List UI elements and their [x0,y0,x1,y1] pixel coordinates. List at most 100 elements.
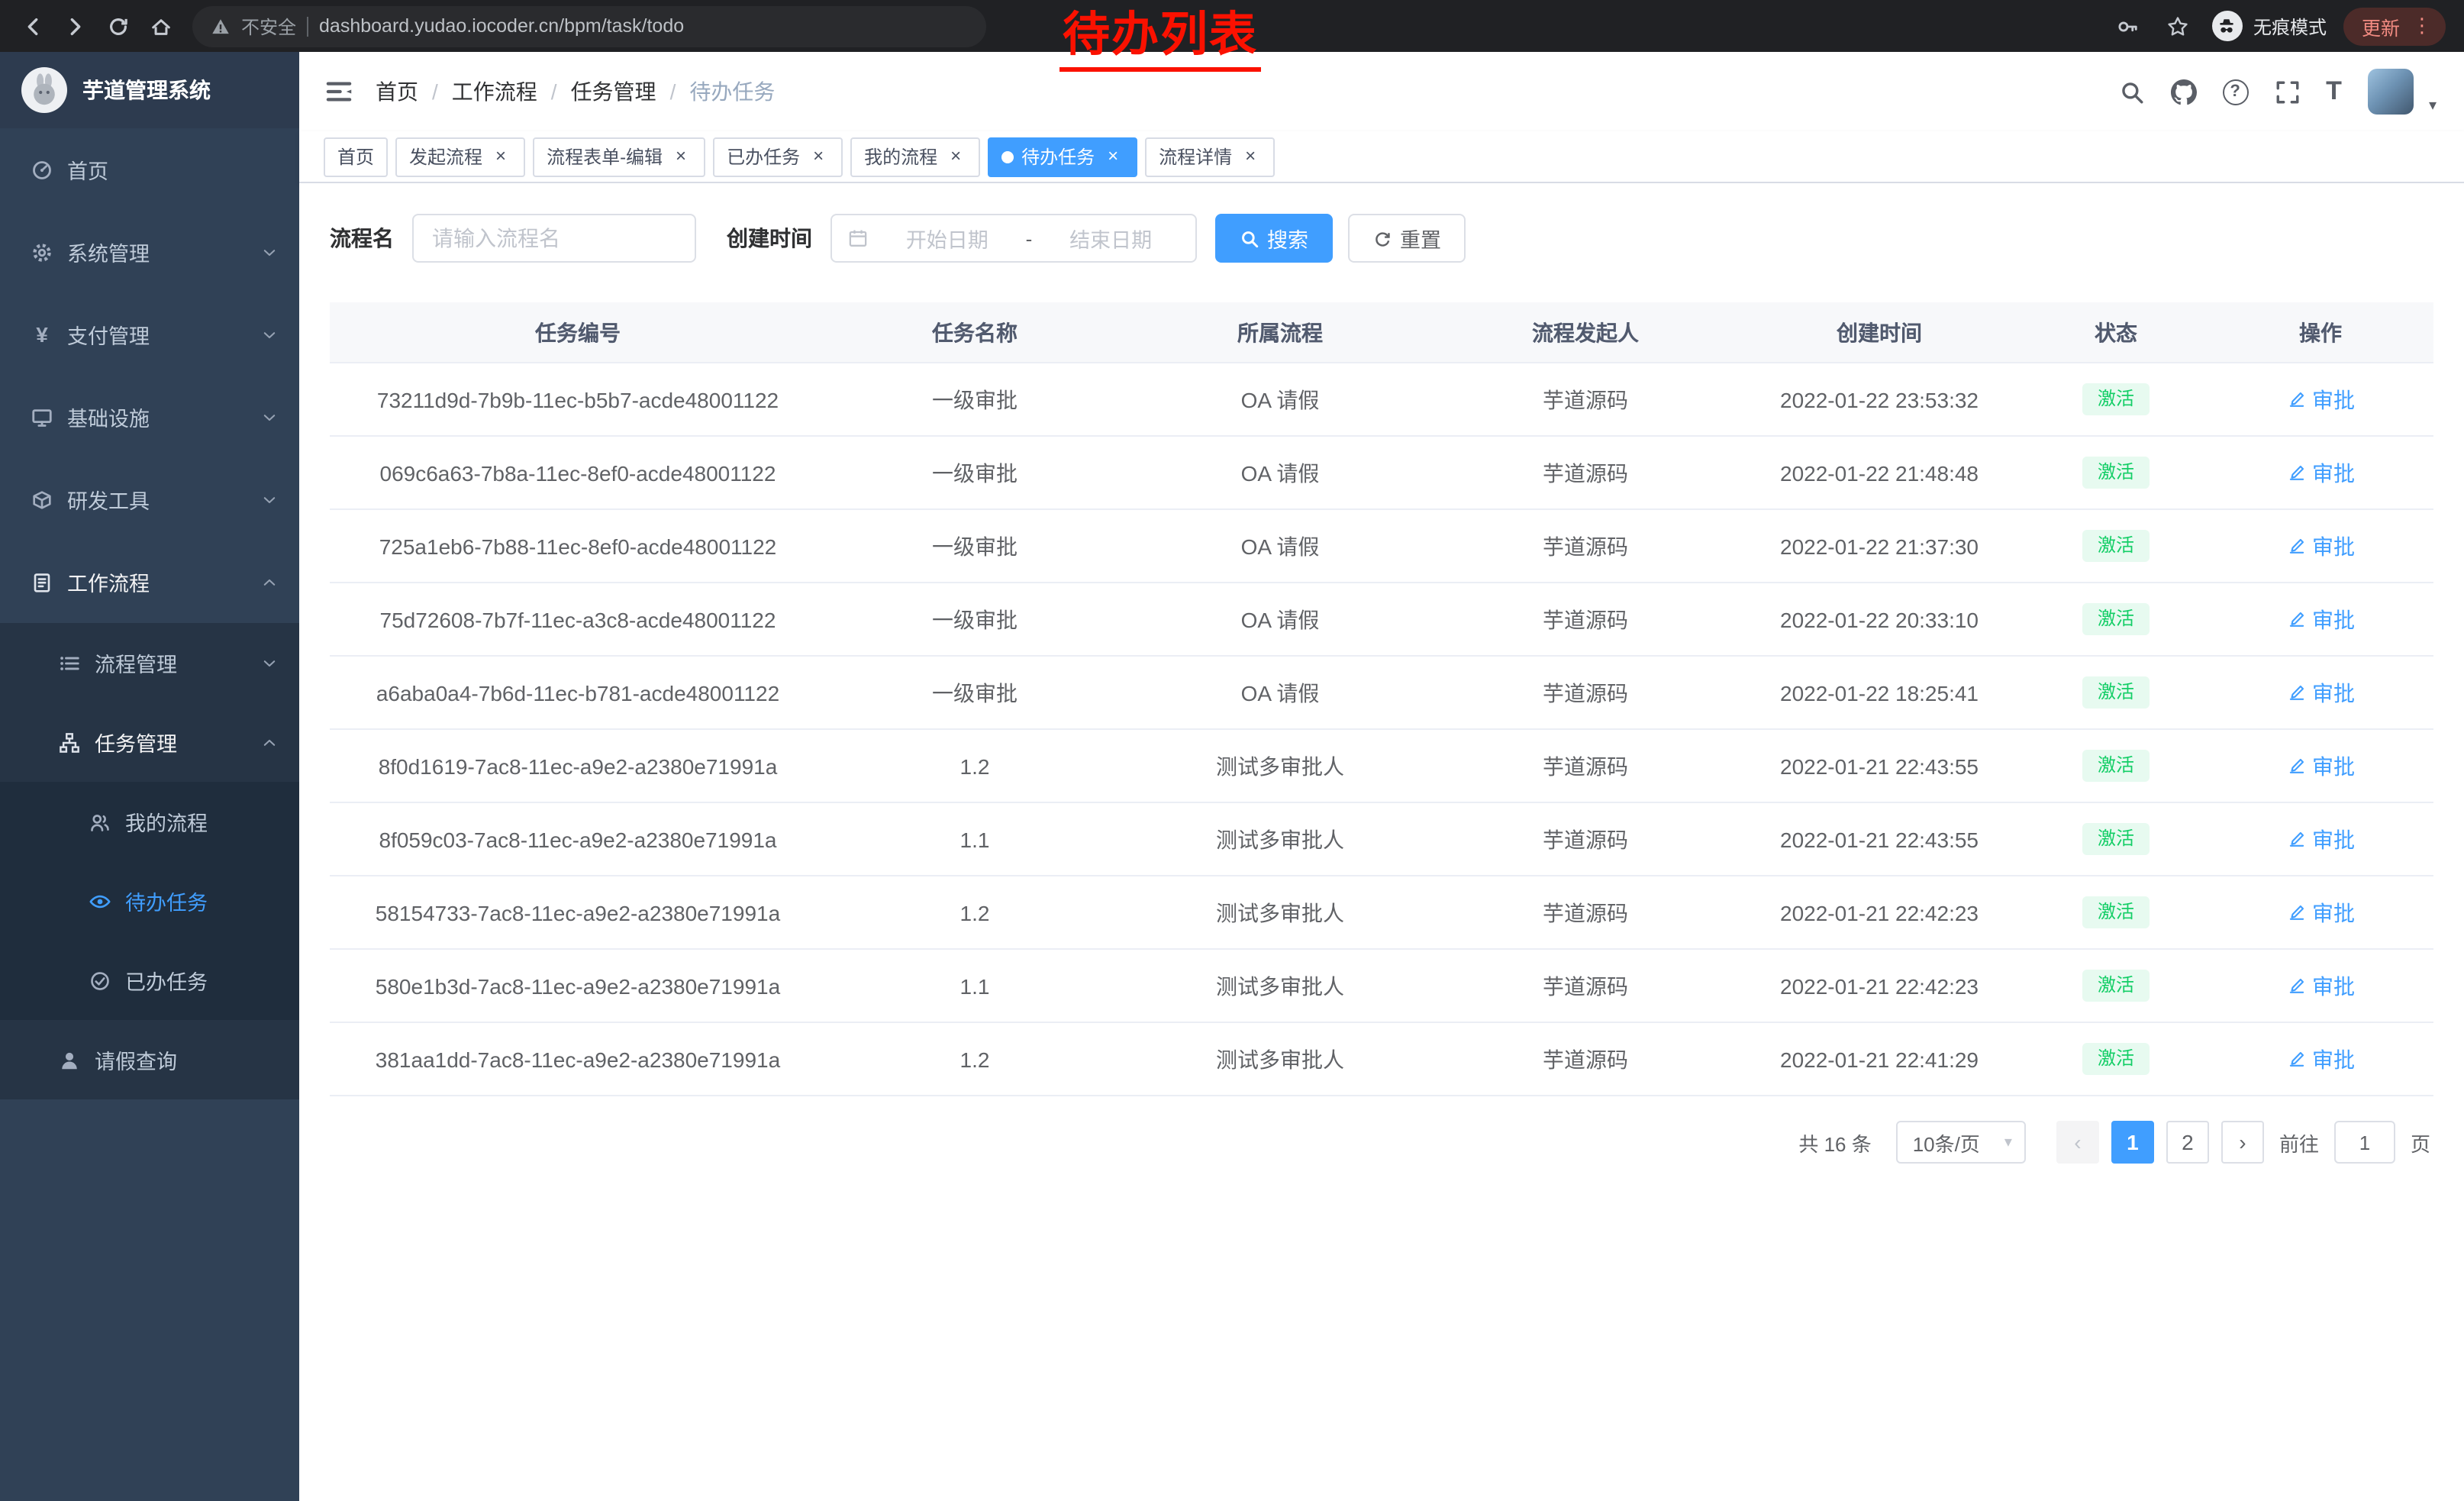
sidebar-item-label: 研发工具 [67,484,150,515]
help-icon[interactable]: ? [2222,79,2248,105]
column-header-actions: 操作 [2208,302,2433,362]
sidebar-item-leave-query[interactable]: 请假查询 [0,1020,299,1099]
edit-icon [2286,536,2306,556]
page-2-button[interactable]: 2 [2166,1121,2209,1164]
reset-button-label: 重置 [1400,223,1441,253]
browser-back-button[interactable] [12,6,52,46]
chevron-down-icon[interactable]: ▾ [2429,97,2437,114]
page-content: 流程名 创建时间 开始日期 - 结束日期 搜索 重 [299,183,2464,1501]
cell-task-name: 一级审批 [826,437,1124,508]
end-date-field[interactable]: 结束日期 [1041,223,1180,253]
url-text: dashboard.yudao.iocoder.cn/bpm/task/todo [319,15,684,37]
approve-link[interactable]: 审批 [2286,897,2355,928]
approve-label: 审批 [2312,677,2355,708]
password-key-icon[interactable] [2111,9,2145,43]
sidebar-item-label: 流程管理 [95,647,177,678]
avatar[interactable] [2368,69,2414,115]
approve-link[interactable]: 审批 [2286,824,2355,854]
reset-button[interactable]: 重置 [1348,214,1466,263]
github-icon[interactable] [2170,79,2196,105]
sidebar-item-payment-management[interactable]: ¥ 支付管理 [0,293,299,376]
font-size-icon[interactable]: T [2326,76,2342,107]
close-icon[interactable]: × [670,146,692,167]
sidebar-item-workflow[interactable]: 工作流程 [0,541,299,623]
tab-label: 流程表单-编辑 [547,144,663,169]
search-icon[interactable] [2118,79,2144,105]
status-badge: 激活 [2082,822,2150,855]
approve-link[interactable]: 审批 [2286,677,2355,708]
todo-task-table: 任务编号 任务名称 所属流程 流程发起人 创建时间 状态 操作 73211d9d… [330,302,2433,1096]
chevron-up-icon [261,573,278,590]
cell-actions: 审批 [2208,657,2433,728]
sidebar-item-my-process[interactable]: 我的流程 [0,782,299,861]
sidebar-item-home[interactable]: 首页 [0,128,299,211]
refresh-icon [1372,228,1392,248]
fullscreen-icon[interactable] [2274,79,2300,105]
update-button[interactable]: 更新 ⋮ [2343,7,2446,45]
close-icon[interactable]: × [1102,146,1124,167]
browser-menu-icon[interactable]: ⋮ [2412,14,2432,38]
approve-link[interactable]: 审批 [2286,384,2355,415]
cell-create-time: 2022-01-21 22:42:23 [1734,876,2024,948]
close-icon[interactable]: × [490,146,511,167]
close-icon[interactable]: × [1240,146,1261,167]
main-column: 首页 / 工作流程 / 任务管理 / 待办任务 ? T ▾ [299,52,2464,1501]
process-name-input[interactable] [412,214,696,263]
date-range-picker[interactable]: 开始日期 - 结束日期 [830,214,1197,263]
browser-refresh-button[interactable] [98,6,137,46]
approve-link[interactable]: 审批 [2286,750,2355,781]
sidebar-item-done-tasks[interactable]: 已办任务 [0,941,299,1020]
sidebar-item-infrastructure[interactable]: 基础设施 [0,376,299,458]
table-row: 8f0d1619-7ac8-11ec-a9e2-a2380e71991a 1.2… [330,730,2433,803]
app-logo[interactable]: 芋道管理系统 [0,52,299,128]
home-icon [149,15,172,37]
status-badge: 激活 [2082,529,2150,562]
breadcrumb: 首页 / 工作流程 / 任务管理 / 待办任务 [376,76,775,107]
sidebar-item-system-management[interactable]: 系统管理 [0,211,299,293]
tab-process-detail[interactable]: 流程详情 × [1145,137,1275,176]
tab-form-edit[interactable]: 流程表单-编辑 × [533,137,705,176]
logo-image [21,67,67,113]
sidebar-item-todo-tasks[interactable]: 待办任务 [0,861,299,941]
status-badge: 激活 [2082,456,2150,489]
cell-process-starter: 芋道源码 [1437,583,1734,655]
cell-status: 激活 [2024,437,2208,508]
sidebar-item-process-management[interactable]: 流程管理 [0,623,299,702]
search-button[interactable]: 搜索 [1215,214,1333,263]
approve-link[interactable]: 审批 [2286,970,2355,1001]
address-bar[interactable]: 不安全 dashboard.yudao.iocoder.cn/bpm/task/… [192,5,986,47]
org-tree-icon [58,731,81,754]
tab-my-process[interactable]: 我的流程 × [850,137,980,176]
breadcrumb-home[interactable]: 首页 [376,76,418,107]
status-badge: 激活 [2082,602,2150,635]
tab-home[interactable]: 首页 [324,137,388,176]
sidebar-collapse-icon[interactable] [324,76,354,107]
start-date-field[interactable]: 开始日期 [878,223,1017,253]
close-icon[interactable]: × [945,146,966,167]
browser-home-button[interactable] [140,6,180,46]
bookmark-star-icon[interactable] [2162,9,2195,43]
refresh-icon [106,15,129,37]
tab-start-process[interactable]: 发起流程 × [395,137,525,176]
edit-icon [2286,1049,2306,1069]
page-1-button[interactable]: 1 [2111,1121,2154,1164]
prev-page-button[interactable]: ‹ [2056,1121,2099,1164]
jump-page-input[interactable] [2334,1121,2395,1164]
tab-done-tasks[interactable]: 已办任务 × [713,137,843,176]
breadcrumb-task-management[interactable]: 任务管理 [571,76,656,107]
sidebar-item-dev-tools[interactable]: 研发工具 [0,458,299,541]
tab-todo-tasks[interactable]: 待办任务 × [988,137,1137,176]
status-badge: 激活 [2082,969,2150,1002]
page-size-select[interactable]: 10条/页 ▾ [1896,1121,2026,1164]
table-row: 75d72608-7b7f-11ec-a3c8-acde48001122 一级审… [330,583,2433,657]
close-icon[interactable]: × [808,146,829,167]
approve-link[interactable]: 审批 [2286,531,2355,561]
browser-forward-button[interactable] [55,6,95,46]
approve-link[interactable]: 审批 [2286,604,2355,634]
approve-link[interactable]: 审批 [2286,457,2355,488]
breadcrumb-workflow[interactable]: 工作流程 [452,76,537,107]
page-size-value: 10条/页 [1913,1128,1980,1157]
sidebar-item-task-management[interactable]: 任务管理 [0,702,299,782]
next-page-button[interactable]: › [2221,1121,2264,1164]
approve-link[interactable]: 审批 [2286,1044,2355,1074]
